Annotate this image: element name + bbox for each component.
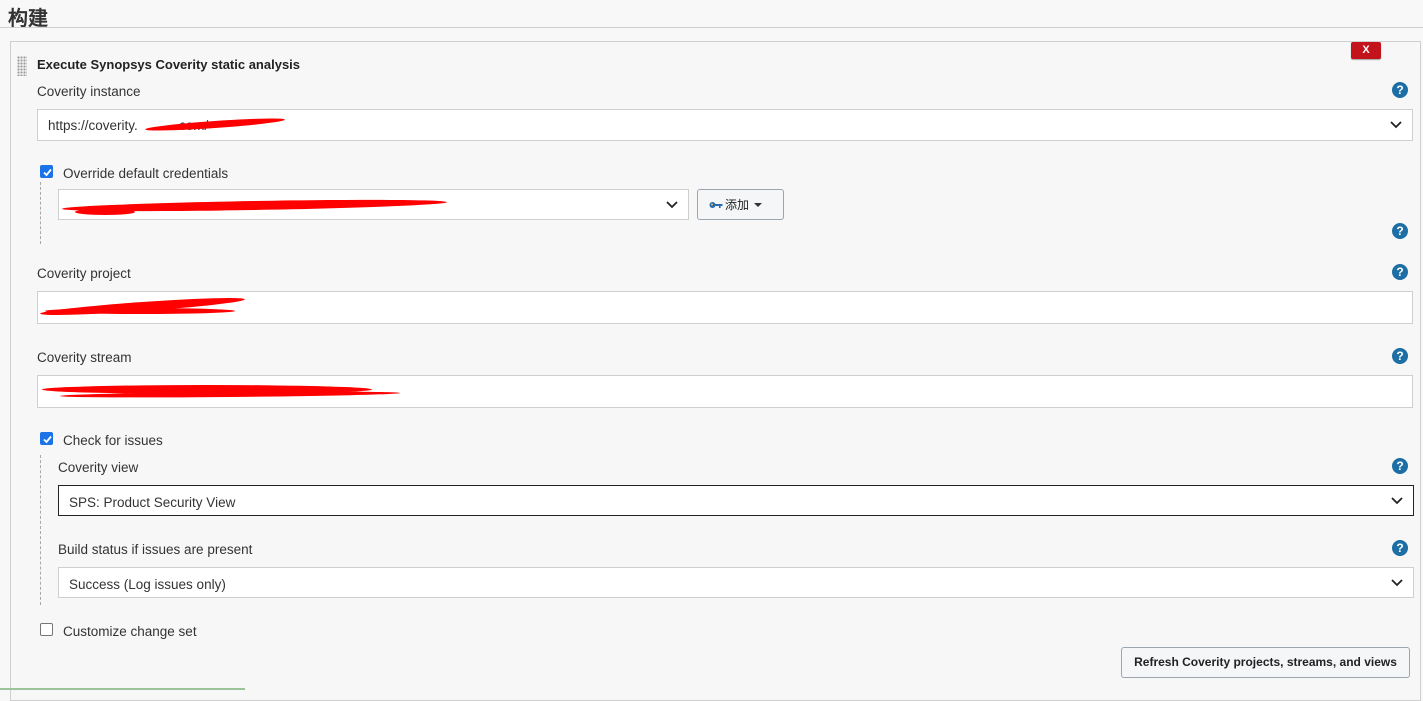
- credentials-section-guide: [40, 182, 41, 244]
- coverity-project-help-icon[interactable]: ?: [1392, 264, 1408, 280]
- redaction-mark: [75, 209, 135, 215]
- coverity-view-select[interactable]: SPS: Product Security View: [58, 485, 1414, 516]
- add-credentials-label: 添加: [725, 198, 750, 212]
- check-issues-checkbox[interactable]: [40, 432, 53, 445]
- refresh-coverity-button[interactable]: Refresh Coverity projects, streams, and …: [1121, 647, 1410, 678]
- chevron-down-icon: [1391, 496, 1403, 504]
- coverity-view-label: Coverity view: [58, 460, 139, 475]
- check-issues-label: Check for issues: [63, 433, 163, 448]
- delete-step-button[interactable]: X: [1351, 42, 1381, 59]
- coverity-stream-help-icon[interactable]: ?: [1392, 348, 1408, 364]
- checkmark-icon: [43, 435, 52, 444]
- chevron-down-icon: [1390, 121, 1402, 129]
- chevron-down-icon: [1391, 578, 1403, 586]
- coverity-view-help-icon[interactable]: ?: [1392, 458, 1408, 474]
- build-status-help-icon[interactable]: ?: [1392, 540, 1408, 556]
- coverity-stream-label: Coverity stream: [37, 350, 132, 365]
- customize-change-set-label: Customize change set: [63, 624, 197, 639]
- key-icon: [709, 201, 723, 208]
- override-credentials-label: Override default credentials: [63, 166, 229, 181]
- caret-down-icon: [754, 202, 763, 207]
- build-status-value: Success (Log issues only): [69, 577, 226, 592]
- credentials-help-icon[interactable]: ?: [1392, 223, 1408, 239]
- build-status-label: Build status if issues are present: [58, 542, 253, 557]
- customize-change-set-checkbox[interactable]: [40, 623, 53, 636]
- add-credentials-button[interactable]: 添加: [697, 189, 784, 220]
- section-divider: [0, 27, 1423, 28]
- build-status-select[interactable]: Success (Log issues only): [58, 567, 1414, 598]
- chevron-down-icon: [666, 200, 678, 208]
- check-issues-section-guide: [40, 455, 41, 605]
- coverity-project-label: Coverity project: [37, 266, 131, 281]
- coverity-instance-label: Coverity instance: [37, 84, 141, 99]
- redaction-mark: [45, 308, 235, 314]
- checkmark-icon: [43, 168, 52, 177]
- coverity-view-value: SPS: Product Security View: [69, 495, 236, 510]
- step-title: Execute Synopsys Coverity static analysi…: [37, 57, 301, 72]
- override-credentials-checkbox[interactable]: [40, 165, 53, 178]
- drag-handle[interactable]: [17, 56, 27, 76]
- coverity-project-input[interactable]: [37, 291, 1413, 324]
- coverity-instance-help-icon[interactable]: ?: [1392, 82, 1408, 98]
